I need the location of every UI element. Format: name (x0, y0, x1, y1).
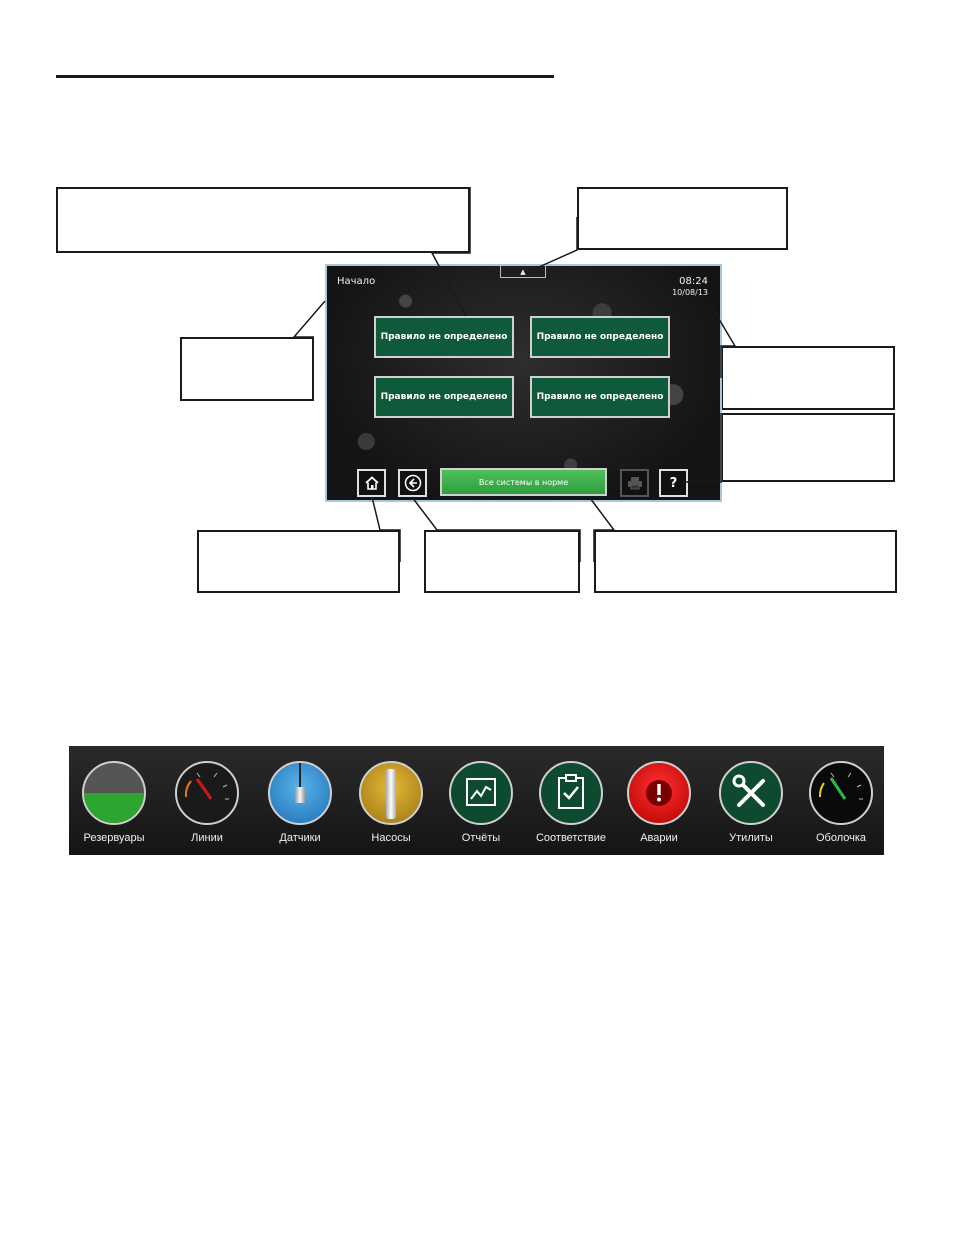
utilities-tools-icon (719, 761, 783, 825)
nav-item-alarms[interactable]: Аварии (614, 746, 704, 855)
nav-label-tanks: Резервуары (83, 832, 145, 844)
nav-label-utilities: Утилиты (729, 832, 773, 844)
tank-level-icon (82, 761, 146, 825)
compliance-clipboard-icon (539, 761, 603, 825)
status-bar-button[interactable]: Все системы в норме (440, 468, 607, 496)
back-button[interactable] (398, 469, 427, 497)
touchscreen-display: ▲ Начало 08:24 10/08/13 Правило не опред… (325, 264, 722, 502)
nav-label-compliance: Соответствие (535, 832, 606, 844)
clock-time: 08:24 (679, 276, 708, 287)
report-chart-icon (449, 761, 513, 825)
callout-box-clock (721, 346, 895, 410)
pump-icon (359, 761, 423, 825)
home-button[interactable] (357, 469, 386, 497)
print-button[interactable] (620, 469, 649, 497)
nav-item-pumps[interactable]: Насосы (346, 746, 436, 855)
line-gauge-icon (175, 761, 239, 825)
help-icon: ? (669, 475, 678, 491)
nav-label-lines: Линии (191, 832, 223, 844)
callout-box-status (594, 530, 897, 593)
heading-rule (56, 75, 554, 78)
nav-item-shell[interactable]: Оболочка (796, 746, 886, 855)
callout-box-back (424, 530, 580, 593)
rule-button-4[interactable]: Правило не определено (530, 376, 670, 418)
help-button[interactable]: ? (659, 469, 688, 497)
rule-button-2[interactable]: Правило не определено (530, 316, 670, 358)
nav-item-lines[interactable]: Линии (162, 746, 252, 855)
shell-gauge-icon (809, 761, 873, 825)
nav-item-compliance[interactable]: Соответствие (526, 746, 616, 855)
clock-date: 10/08/13 (672, 288, 708, 297)
clock: 08:24 10/08/13 (672, 276, 708, 298)
alarm-icon (627, 761, 691, 825)
rule-button-1[interactable]: Правило не определено (374, 316, 514, 358)
tank-level-fill (84, 793, 144, 823)
rule-button-3[interactable]: Правило не определено (374, 376, 514, 418)
callout-box-help (721, 413, 895, 482)
nav-item-sensors[interactable]: Датчики (255, 746, 345, 855)
nav-label-reports: Отчёты (461, 832, 501, 844)
callout-leader-lines (292, 187, 737, 562)
callout-box-rules (56, 187, 470, 253)
nav-item-tanks[interactable]: Резервуары (69, 746, 159, 855)
chevron-up-icon: ▲ (520, 268, 526, 276)
callout-box-top-tab (577, 187, 788, 250)
nav-label-alarms: Аварии (640, 832, 678, 844)
screen-title: Начало (337, 276, 376, 287)
callout-box-title (180, 337, 314, 401)
nav-item-utilities[interactable]: Утилиты (706, 746, 796, 855)
nav-item-reports[interactable]: Отчёты (436, 746, 526, 855)
printer-icon (627, 477, 642, 490)
home-icon (364, 476, 379, 490)
top-tab-button[interactable]: ▲ (500, 266, 546, 278)
callout-box-home (197, 530, 400, 593)
sensor-probe-icon (268, 761, 332, 825)
main-icon-bar: Резервуары Линии Датчики Насосы Отчёты С… (69, 746, 884, 855)
back-arrow-icon (404, 474, 421, 492)
nav-label-pumps: Насосы (371, 832, 411, 844)
nav-label-shell: Оболочка (815, 832, 867, 844)
nav-label-sensors: Датчики (279, 832, 321, 844)
